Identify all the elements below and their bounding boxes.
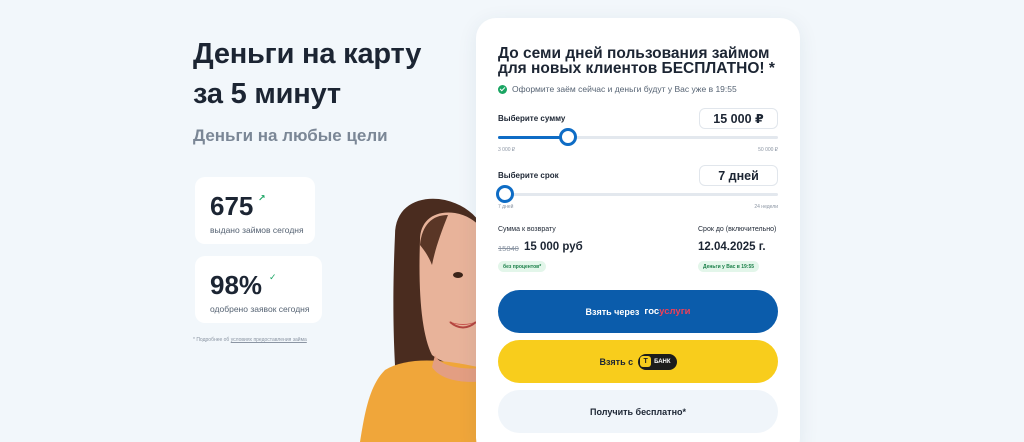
stat-label: одобрено заявок сегодня bbox=[210, 304, 310, 314]
gosuslugi-button-label: Взять через bbox=[585, 306, 640, 317]
gosuslugi-button[interactable]: Взять через госуслуги bbox=[498, 290, 778, 333]
stat-card-loans: 675 ↗ выдано займов сегодня bbox=[195, 177, 315, 244]
term-slider-thumb[interactable] bbox=[496, 185, 514, 203]
term-slider[interactable] bbox=[496, 185, 778, 203]
hero-subtitle: Деньги на любые цели bbox=[193, 126, 388, 145]
terms-link[interactable]: условиях предоставления займа bbox=[231, 337, 307, 343]
form-title: До семи дней пользования займом для новы… bbox=[498, 45, 775, 77]
hero-title: Деньги на карту за 5 минут bbox=[193, 34, 421, 114]
repay-label: Сумма к возврату bbox=[498, 226, 556, 233]
amount-slider-fill bbox=[498, 136, 568, 139]
check-icon: ✓ bbox=[269, 272, 277, 282]
tbank-shield-icon: T bbox=[640, 356, 652, 367]
tbank-button[interactable]: Взять с T БАНК bbox=[498, 340, 778, 383]
footnote: * Подробнее об условиях предоставления з… bbox=[193, 337, 307, 343]
loan-form-card: До семи дней пользования займом для новы… bbox=[476, 18, 800, 442]
money-time-badge: Деньги у Вас в 19:55 bbox=[698, 261, 760, 272]
hero-title-line1: Деньги на карту bbox=[193, 38, 422, 70]
amount-label: Выберите сумму bbox=[498, 114, 566, 123]
repay-old-amount: 15840 bbox=[498, 244, 519, 253]
term-min: 7 дней bbox=[498, 204, 514, 210]
notice-text: Оформите заём сейчас и деньги будут у Ва… bbox=[512, 84, 737, 94]
footnote-prefix: * Подробнее об bbox=[193, 337, 230, 343]
due-label: Срок до (включительно) bbox=[698, 226, 777, 233]
due-date: 12.04.2025 г. bbox=[698, 241, 766, 253]
woman-photo bbox=[340, 195, 490, 442]
arrow-up-right-icon: ↗ bbox=[258, 193, 266, 203]
amount-max: 50 000 ₽ bbox=[758, 147, 778, 153]
hero-title-line2: за 5 минут bbox=[193, 78, 341, 110]
repay-new-amount: 15 000 руб bbox=[524, 241, 583, 253]
notice-row: Оформите заём сейчас и деньги будут у Ва… bbox=[498, 84, 737, 94]
term-label: Выберите срок bbox=[498, 171, 559, 180]
stat-value: 675 bbox=[210, 191, 254, 221]
term-max: 24 недели bbox=[754, 204, 778, 210]
get-free-button[interactable]: Получить бесплатно* bbox=[498, 390, 778, 433]
tbank-button-label: Взять с bbox=[599, 356, 634, 367]
gosuslugi-logo: госуслуги bbox=[644, 306, 691, 317]
check-circle-icon bbox=[498, 84, 507, 94]
tbank-logo: T БАНК bbox=[638, 353, 677, 370]
stat-value: 98% bbox=[210, 270, 263, 300]
no-interest-badge: без процентов* bbox=[498, 261, 547, 272]
amount-min: 3 000 ₽ bbox=[498, 147, 516, 153]
stat-card-approved: 98% ✓ одобрено заявок сегодня bbox=[195, 256, 322, 323]
amount-value-box[interactable]: 15 000 ₽ bbox=[699, 108, 778, 129]
term-value-box[interactable]: 7 дней bbox=[699, 165, 778, 186]
stat-label: выдано займов сегодня bbox=[210, 225, 304, 235]
amount-slider[interactable] bbox=[498, 128, 778, 146]
amount-slider-thumb[interactable] bbox=[559, 128, 577, 146]
